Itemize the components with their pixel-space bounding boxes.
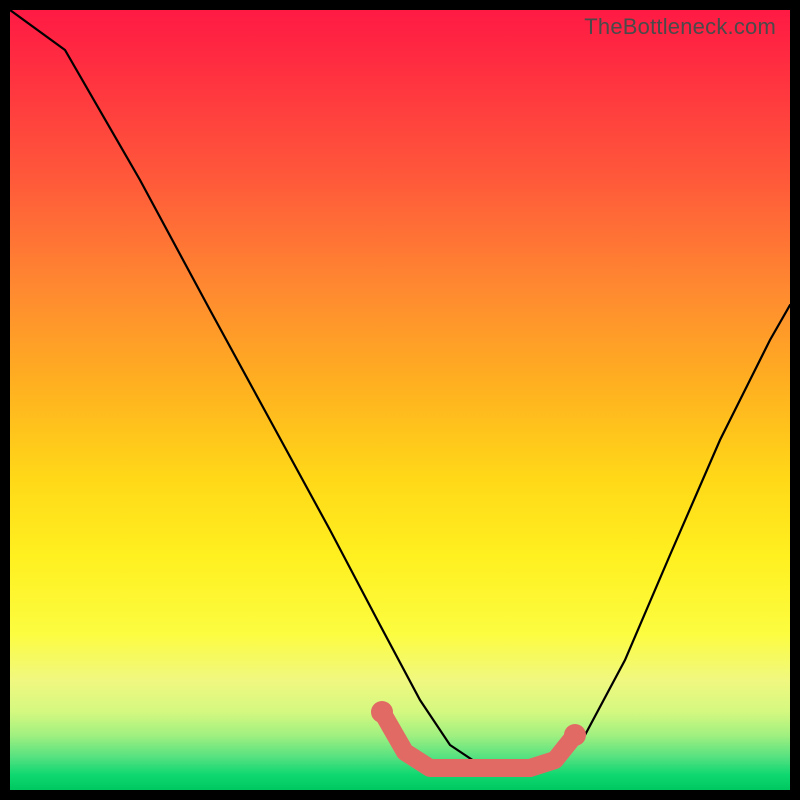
chart-svg [10,10,790,790]
marker-endpoint [564,724,586,746]
bottleneck-curve [10,10,790,765]
match-marker-band [382,712,575,768]
watermark-text: TheBottleneck.com [584,14,776,40]
chart-frame: TheBottleneck.com [10,10,790,790]
marker-endpoint [371,701,393,723]
